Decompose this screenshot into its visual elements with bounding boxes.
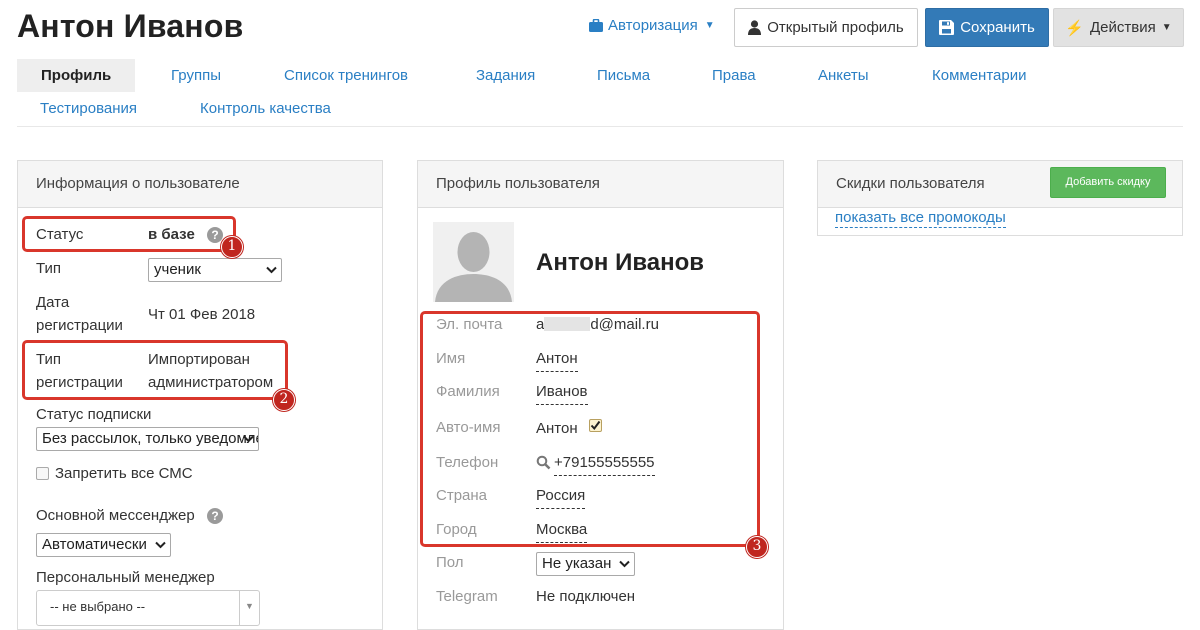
user-info-panel-title: Информация о пользователе bbox=[18, 161, 382, 208]
reg-date-label-1: Дата bbox=[36, 294, 70, 311]
gender-select[interactable]: Не указан bbox=[536, 552, 635, 576]
chevron-down-icon bbox=[266, 266, 277, 274]
chevron-down-icon bbox=[155, 541, 166, 549]
tab-profile[interactable]: Профиль bbox=[17, 59, 136, 92]
avatar bbox=[433, 222, 514, 302]
user-profile-panel-title: Профиль пользователя bbox=[418, 161, 783, 208]
actions-label: Действия bbox=[1090, 19, 1156, 36]
select-divider bbox=[239, 591, 240, 625]
caret-down-icon: ▼ bbox=[1161, 22, 1172, 33]
save-button[interactable]: Сохранить bbox=[925, 8, 1049, 47]
messenger-label: Основной мессенджер bbox=[36, 507, 195, 524]
annotation-badge-3: 3 bbox=[746, 536, 768, 558]
caret-down-icon: ▼ bbox=[245, 601, 254, 611]
chevron-down-icon bbox=[243, 435, 254, 443]
gender-label: Пол bbox=[436, 554, 464, 571]
manager-select-value: -- не выбрано -- bbox=[50, 599, 146, 614]
tabs-divider bbox=[17, 126, 1183, 127]
show-all-promocodes-link[interactable]: показать все промокоды bbox=[835, 208, 1006, 228]
annotation-box-1 bbox=[22, 216, 236, 252]
type-select-value: ученик bbox=[154, 261, 201, 278]
annotation-badge-1: 1 bbox=[221, 236, 243, 258]
annotation-box-2 bbox=[22, 340, 288, 400]
tab-groups[interactable]: Группы bbox=[171, 59, 221, 92]
tab-testing[interactable]: Тестирования bbox=[40, 92, 137, 125]
caret-down-icon: ▼ bbox=[704, 20, 715, 31]
tab-tasks[interactable]: Задания bbox=[476, 59, 535, 92]
annotation-badge-2: 2 bbox=[273, 389, 295, 411]
user-icon bbox=[748, 20, 762, 35]
manager-select[interactable]: -- не выбрано -- ▼ bbox=[36, 590, 260, 626]
subscription-select[interactable]: Без рассылок, только уведомления bbox=[36, 427, 259, 451]
manager-label: Персональный менеджер bbox=[36, 569, 215, 586]
reg-date-label-2: регистрации bbox=[36, 317, 123, 334]
tab-surveys[interactable]: Анкеты bbox=[818, 59, 869, 92]
reg-date-value: Чт 01 Фев 2018 bbox=[148, 306, 256, 323]
add-discount-button[interactable]: Добавить скидку bbox=[1050, 167, 1166, 198]
ban-sms-checkbox[interactable] bbox=[36, 467, 49, 480]
subscription-select-value: Без рассылок, только уведомления bbox=[42, 430, 258, 447]
tab-trainings[interactable]: Список тренингов bbox=[284, 59, 408, 92]
messenger-select-value: Автоматически bbox=[42, 536, 147, 553]
briefcase-icon bbox=[589, 19, 603, 32]
floppy-disk-icon bbox=[939, 20, 955, 35]
telegram-value: Не подключен bbox=[536, 588, 636, 605]
ban-sms-label[interactable]: Запретить все СМС bbox=[55, 463, 193, 485]
chevron-down-icon bbox=[619, 560, 630, 568]
authorization-label: Авторизация bbox=[608, 17, 698, 34]
subscription-label: Статус подписки bbox=[36, 406, 152, 423]
tab-quality-control[interactable]: Контроль качества bbox=[200, 92, 331, 125]
save-label: Сохранить bbox=[960, 19, 1035, 36]
annotation-box-3 bbox=[420, 311, 760, 547]
help-icon[interactable]: ? bbox=[207, 508, 223, 524]
authorization-dropdown[interactable]: Авторизация ▼ bbox=[589, 17, 715, 34]
type-label: Тип bbox=[36, 260, 62, 277]
profile-name: Антон Иванов bbox=[536, 249, 705, 276]
page-title: Антон Иванов bbox=[17, 8, 244, 44]
telegram-label: Telegram bbox=[436, 588, 498, 605]
tab-rights[interactable]: Права bbox=[712, 59, 756, 92]
tab-comments[interactable]: Комментарии bbox=[932, 59, 1026, 92]
open-profile-button[interactable]: Открытый профиль bbox=[734, 8, 918, 47]
messenger-select[interactable]: Автоматически bbox=[36, 533, 171, 557]
type-select[interactable]: ученик bbox=[148, 258, 282, 282]
actions-dropdown-button[interactable]: ⚡ Действия ▼ bbox=[1053, 8, 1184, 47]
tab-letters[interactable]: Письма bbox=[597, 59, 650, 92]
open-profile-label: Открытый профиль bbox=[767, 19, 904, 36]
gender-select-value: Не указан bbox=[542, 555, 612, 572]
lightning-icon: ⚡ bbox=[1065, 19, 1085, 37]
